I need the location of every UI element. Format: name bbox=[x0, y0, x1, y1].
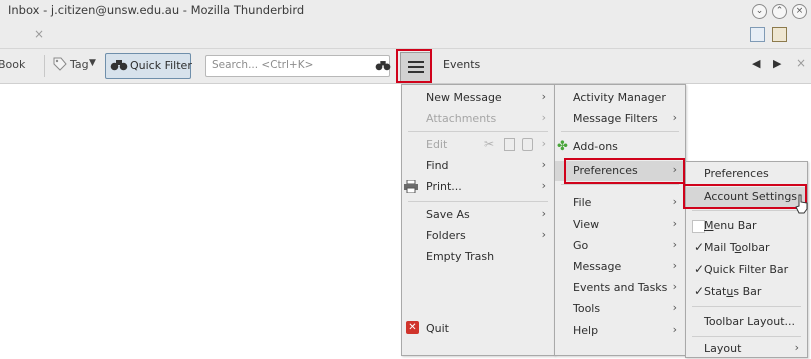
copy-icon[interactable] bbox=[504, 138, 515, 151]
menu-item-status-bar[interactable]: ✓ Status Bar bbox=[686, 282, 807, 302]
quick-filter-button[interactable]: Quick Filter bbox=[105, 53, 192, 79]
menu-item-message-filters[interactable]: Message Filters › bbox=[555, 109, 685, 129]
tab-close-icon[interactable]: × bbox=[34, 27, 44, 41]
menu-item-quit[interactable]: ✕ Quit bbox=[402, 319, 554, 339]
menu-item-attachments[interactable]: Attachments › bbox=[402, 109, 554, 129]
search-input[interactable]: Search... <Ctrl+K> bbox=[205, 55, 390, 77]
menu-item-file[interactable]: File › bbox=[555, 193, 685, 213]
menu-item-find[interactable]: Find › bbox=[402, 156, 554, 176]
menu-separator bbox=[408, 131, 548, 132]
menu-item-toolbar-layout[interactable]: Toolbar Layout... bbox=[686, 312, 807, 332]
menu-item-menu-bar[interactable]: Menu Bar bbox=[686, 216, 807, 236]
binoculars-icon bbox=[110, 60, 128, 71]
menu-button-highlight bbox=[396, 49, 432, 83]
menu-separator bbox=[692, 306, 801, 307]
menu-separator bbox=[692, 210, 801, 211]
paste-icon[interactable] bbox=[522, 138, 533, 151]
quick-filter-label: Quick Filter bbox=[130, 59, 192, 72]
menu-item-preferences-dialog[interactable]: Preferences bbox=[686, 164, 807, 184]
menu-separator bbox=[561, 131, 679, 132]
address-book-button[interactable]: Book bbox=[0, 58, 25, 71]
menu-item-print[interactable]: Print... › bbox=[402, 177, 554, 197]
mouse-cursor-icon bbox=[795, 194, 808, 214]
menu-separator bbox=[408, 201, 548, 202]
menu-item-go[interactable]: Go › bbox=[555, 236, 685, 256]
mail-toolbar: Book Tag ▼ Quick Filter Search... <Ctrl+… bbox=[0, 49, 811, 84]
menu-item-view[interactable]: View › bbox=[555, 215, 685, 235]
checkmark-icon: ✓ bbox=[694, 262, 705, 276]
puzzle-icon: ✤ bbox=[557, 139, 568, 154]
menu-item-folders[interactable]: Folders › bbox=[402, 226, 554, 246]
account-settings-highlight bbox=[683, 184, 807, 209]
menu-item-save-as[interactable]: Save As › bbox=[402, 205, 554, 225]
menu-separator bbox=[561, 184, 679, 185]
title-bar: Inbox - j.citizen@unsw.edu.au - Mozilla … bbox=[0, 0, 811, 22]
menu-item-quick-filter-bar[interactable]: ✓ Quick Filter Bar bbox=[686, 260, 807, 280]
cut-icon[interactable]: ✂ bbox=[484, 137, 494, 151]
menu-item-events-and-tasks[interactable]: Events and Tasks › bbox=[555, 278, 685, 298]
menu-item-tools[interactable]: Tools › bbox=[555, 299, 685, 319]
menu-item-message[interactable]: Message › bbox=[555, 257, 685, 277]
tag-button[interactable]: Tag ▼ bbox=[50, 55, 100, 75]
chevron-down-icon: ▼ bbox=[89, 58, 96, 68]
search-binoculars-icon[interactable] bbox=[375, 60, 391, 71]
preferences-highlight bbox=[564, 158, 685, 184]
menu-item-mail-toolbar[interactable]: ✓ Mail Toolbar bbox=[686, 238, 807, 258]
menu-item-layout[interactable]: Layout › bbox=[686, 339, 807, 359]
events-label: Events bbox=[443, 58, 481, 71]
tab-bar: × bbox=[0, 22, 811, 49]
calendar-icon[interactable] bbox=[750, 27, 765, 42]
menu-item-help[interactable]: Help › bbox=[555, 321, 685, 341]
maximize-button[interactable]: ⌃ bbox=[772, 4, 787, 19]
events-prev-icon[interactable]: ◀ bbox=[752, 57, 760, 70]
menu-item-empty-trash[interactable]: Empty Trash bbox=[402, 247, 554, 267]
checkmark-icon: ✓ bbox=[694, 284, 705, 298]
quit-icon: ✕ bbox=[406, 321, 419, 334]
tag-icon bbox=[53, 57, 67, 71]
printer-icon bbox=[404, 180, 418, 193]
menu-item-activity-manager[interactable]: Activity Manager bbox=[555, 88, 685, 108]
minimize-button[interactable]: ⌄ bbox=[752, 4, 767, 19]
menu-item-add-ons[interactable]: ✤ Add-ons bbox=[555, 137, 685, 157]
tag-label: Tag bbox=[70, 58, 89, 71]
app-menu: New Message › Attachments › Edit ✂ › Find ›… bbox=[401, 84, 555, 356]
menu-separator bbox=[692, 336, 801, 337]
events-next-icon[interactable]: ▶ bbox=[773, 57, 781, 70]
menu-item-new-message[interactable]: New Message › bbox=[402, 88, 554, 108]
menu-item-edit[interactable]: Edit ✂ › bbox=[402, 135, 554, 155]
search-placeholder: Search... <Ctrl+K> bbox=[212, 59, 314, 71]
toolbar-separator bbox=[44, 55, 45, 77]
events-close-icon[interactable]: × bbox=[796, 56, 806, 70]
checkmark-icon: ✓ bbox=[694, 240, 705, 254]
app-submenu: Activity Manager Message Filters › ✤ Add-… bbox=[554, 84, 686, 356]
close-window-button[interactable]: × bbox=[792, 4, 807, 19]
tasks-icon[interactable] bbox=[772, 27, 787, 42]
window-title: Inbox - j.citizen@unsw.edu.au - Mozilla … bbox=[8, 3, 305, 17]
